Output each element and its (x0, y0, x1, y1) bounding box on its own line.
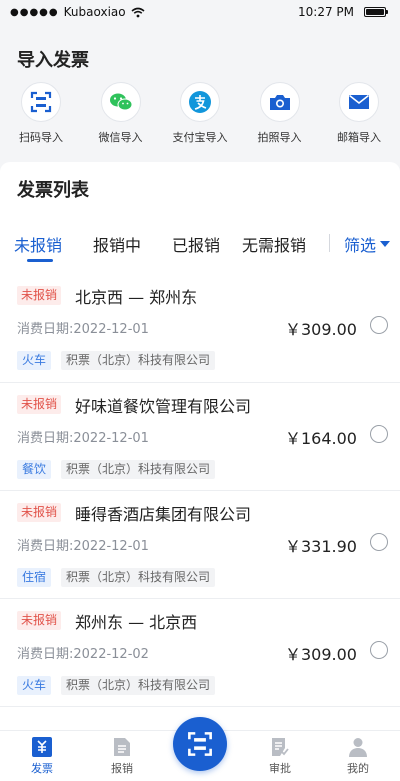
invoice-item[interactable]: 未报销 睡得香酒店集团有限公司 消费日期:2022-12-01 ￥331.90 … (0, 491, 400, 599)
nav-invoice[interactable]: 发票 (12, 737, 72, 776)
status-time: 10:27 PM (298, 5, 354, 19)
signal-icon: ●●●●● (10, 6, 59, 18)
status-right: 10:27 PM (298, 5, 388, 19)
status-badge: 未报销 (17, 286, 62, 305)
category-tag: 住宿 (17, 568, 52, 587)
bottom-nav: 发票 报销 审批 我的 (0, 717, 400, 781)
invoice-list: 未报销 北京西 — 郑州东 消费日期:2022-12-01 ￥309.00 火车… (0, 274, 400, 707)
select-radio[interactable] (370, 533, 388, 551)
import-mail-label: 邮箱导入 (337, 131, 381, 144)
invoice-title: 郑州东 — 北京西 (75, 613, 198, 632)
import-scan-button[interactable]: 扫码导入 (6, 82, 76, 145)
carrier-name: Kubaoxiao (63, 5, 126, 19)
category-tag: 餐饮 (17, 460, 52, 479)
import-alipay-button[interactable]: 支付宝导入 (165, 82, 235, 145)
nav-approve[interactable]: 审批 (250, 737, 310, 776)
invoice-date: 消费日期:2022-12-01 (17, 539, 149, 554)
select-radio[interactable] (370, 641, 388, 659)
status-badge: 未报销 (17, 503, 62, 522)
invoice-list-title: 发票列表 (17, 180, 89, 201)
user-icon (349, 738, 367, 757)
import-camera-label: 拍照导入 (257, 131, 302, 144)
status-left: ●●●●● Kubaoxiao (10, 5, 145, 19)
status-badge: 未报销 (17, 395, 62, 414)
select-radio[interactable] (370, 425, 388, 443)
tab-in-progress[interactable]: 报销中 (93, 232, 141, 256)
invoice-item[interactable]: 未报销 好味道餐饮管理有限公司 消费日期:2022-12-01 ￥164.00 … (0, 383, 400, 491)
active-tab-indicator (27, 259, 53, 262)
company-tag: 积票（北京）科技有限公司 (61, 568, 216, 587)
nav-mine[interactable]: 我的 (328, 737, 388, 776)
import-alipay-label: 支付宝导入 (172, 131, 228, 144)
import-camera-button[interactable]: 拍照导入 (245, 82, 315, 145)
battery-icon (364, 7, 388, 17)
filter-label: 筛选 (344, 236, 377, 255)
approve-icon (272, 738, 289, 756)
invoice-date: 消费日期:2022-12-01 (17, 431, 149, 446)
import-wechat-label: 微信导入 (98, 131, 143, 144)
import-title: 导入发票 (17, 50, 89, 71)
invoice-item[interactable]: 未报销 北京西 — 郑州东 消费日期:2022-12-01 ￥309.00 火车… (0, 274, 400, 383)
nav-approve-label: 审批 (269, 762, 291, 775)
invoice-date: 消费日期:2022-12-01 (17, 322, 149, 337)
nav-invoice-label: 发票 (31, 762, 53, 775)
select-radio[interactable] (370, 316, 388, 334)
invoice-list-panel: 发票列表 未报销 报销中 已报销 无需报销 筛选 未报销 北京西 — 郑州东 消… (0, 162, 400, 730)
category-tag: 火车 (17, 351, 52, 370)
invoice-tabs: 未报销 报销中 已报销 无需报销 筛选 (0, 228, 400, 262)
invoice-title: 睡得香酒店集团有限公司 (75, 505, 252, 524)
company-tag: 积票（北京）科技有限公司 (61, 460, 216, 479)
wifi-icon (131, 7, 145, 17)
scan-icon (21, 82, 61, 122)
center-scan-button[interactable] (173, 717, 227, 771)
status-bar: ●●●●● Kubaoxiao 10:27 PM (0, 0, 400, 24)
invoice-title: 北京西 — 郑州东 (75, 288, 198, 307)
invoice-amount: ￥309.00 (285, 320, 357, 339)
import-scan-label: 扫码导入 (19, 131, 63, 144)
import-section: 导入发票 扫码导入 微信导入 支付宝导入 拍照导入 邮箱导入 (0, 24, 400, 162)
camera-icon (259, 82, 300, 122)
import-mail-button[interactable]: 邮箱导入 (324, 82, 394, 145)
invoice-amount: ￥331.90 (285, 537, 357, 556)
invoice-icon (32, 737, 52, 757)
nav-reimburse-label: 报销 (111, 762, 133, 775)
caret-down-icon (380, 241, 391, 247)
tab-divider (329, 234, 330, 252)
reimburse-icon (114, 738, 130, 756)
company-tag: 积票（北京）科技有限公司 (61, 351, 216, 370)
tab-unreimbursed[interactable]: 未报销 (14, 232, 62, 256)
import-wechat-button[interactable]: 微信导入 (86, 82, 156, 145)
nav-reimburse[interactable]: 报销 (92, 737, 152, 776)
company-tag: 积票（北京）科技有限公司 (61, 676, 216, 695)
alipay-icon (180, 82, 220, 122)
invoice-item[interactable]: 未报销 郑州东 — 北京西 消费日期:2022-12-02 ￥309.00 火车… (0, 599, 400, 707)
tab-no-reimbursement[interactable]: 无需报销 (242, 232, 306, 256)
invoice-amount: ￥164.00 (285, 429, 357, 448)
status-badge: 未报销 (17, 611, 62, 630)
filter-button[interactable]: 筛选 (344, 232, 391, 256)
category-tag: 火车 (17, 676, 52, 695)
wechat-icon (100, 82, 141, 122)
nav-mine-label: 我的 (347, 762, 369, 775)
invoice-title: 好味道餐饮管理有限公司 (75, 397, 252, 416)
invoice-amount: ￥309.00 (285, 645, 357, 664)
invoice-date: 消费日期:2022-12-02 (17, 647, 149, 662)
scan-icon (188, 732, 212, 756)
mail-icon (339, 82, 379, 122)
tab-reimbursed[interactable]: 已报销 (172, 232, 220, 256)
import-options: 扫码导入 微信导入 支付宝导入 拍照导入 邮箱导入 (0, 82, 400, 145)
